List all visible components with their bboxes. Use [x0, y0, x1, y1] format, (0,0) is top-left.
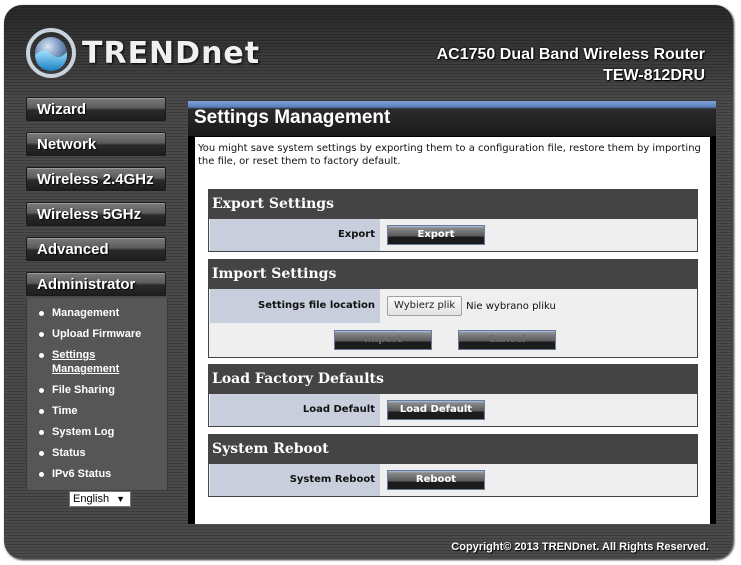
language-select[interactable]: English ▼ — [69, 491, 131, 507]
trendnet-globe-icon — [26, 28, 76, 78]
reboot-row: System Reboot Reboot — [209, 464, 697, 496]
title-bar: Settings Management — [188, 101, 716, 136]
submenu-label: Status — [52, 447, 86, 459]
copyright-text: Copyright© 2013 TRENDnet. All Rights Res… — [451, 541, 709, 553]
submenu-label: IPv6 Status — [52, 468, 112, 480]
submenu-label: Upload Firmware — [52, 328, 142, 340]
bullet-icon — [39, 353, 44, 358]
submenu-system-log[interactable]: System Log — [27, 421, 167, 442]
submenu-upload-firmware[interactable]: Upload Firmware — [27, 323, 167, 344]
nav-wizard[interactable]: Wizard — [26, 97, 166, 121]
page-description: You might save system settings by export… — [198, 143, 701, 167]
bullet-icon — [39, 430, 44, 435]
file-status: Nie wybrano pliku — [466, 300, 556, 312]
bullet-icon — [39, 311, 44, 316]
load-default-label: Load Default — [210, 394, 380, 426]
bullet-icon — [39, 451, 44, 456]
reboot-button[interactable]: Reboot — [387, 470, 485, 490]
brand-name: TRENDnet — [82, 35, 261, 71]
submenu-time[interactable]: Time — [27, 400, 167, 421]
main-panel: Settings Management You might save syste… — [188, 101, 716, 524]
factory-defaults-section: Load Factory Defaults Load Default Load … — [208, 364, 698, 427]
import-section: Import Settings Settings file location W… — [208, 259, 698, 358]
submenu-label: Management — [52, 307, 120, 319]
load-default-row: Load Default Load Default — [209, 394, 697, 426]
administrator-submenu: Management Upload Firmware Settings Mana… — [26, 298, 168, 490]
submenu-label: Time — [52, 405, 78, 417]
trendnet-logo: TRENDnet — [26, 25, 260, 81]
export-section: Export Settings Export Export — [208, 189, 698, 252]
reboot-label: System Reboot — [210, 464, 380, 496]
system-reboot-section: System Reboot System Reboot Reboot — [208, 434, 698, 497]
content-area: You might save system settings by export… — [195, 137, 710, 524]
page-title: Settings Management — [194, 107, 391, 128]
load-default-button[interactable]: Load Default — [387, 400, 485, 420]
bullet-icon — [39, 409, 44, 414]
section-heading: Export Settings — [209, 190, 697, 219]
nav-advanced[interactable]: Advanced — [26, 237, 166, 261]
triangle-down-icon: ▼ — [116, 494, 125, 504]
model-number: TEW-812DRU — [603, 67, 705, 84]
import-button[interactable]: Import — [334, 330, 432, 350]
section-heading: Load Factory Defaults — [209, 365, 697, 394]
submenu-label: File Sharing — [52, 384, 115, 396]
nav-network[interactable]: Network — [26, 132, 166, 156]
product-info: AC1750 Dual Band Wireless Router TEW-812… — [437, 44, 705, 86]
export-label: Export — [210, 219, 380, 251]
file-location-label: Settings file location — [210, 289, 380, 323]
submenu-settings-management[interactable]: Settings Management — [27, 344, 167, 379]
export-button[interactable]: Export — [387, 225, 485, 245]
submenu-file-sharing[interactable]: File Sharing — [27, 379, 167, 400]
import-actions: Import Cancel — [209, 323, 697, 357]
bullet-icon — [39, 332, 44, 337]
nav-administrator[interactable]: Administrator — [26, 272, 166, 296]
export-row: Export Export — [209, 219, 697, 251]
nav-wireless-5ghz[interactable]: Wireless 5GHz — [26, 202, 166, 226]
bullet-icon — [39, 472, 44, 477]
language-value: English — [73, 493, 110, 505]
section-heading: System Reboot — [209, 435, 697, 464]
submenu-ipv6-status[interactable]: IPv6 Status — [27, 463, 167, 484]
sidebar: Wizard Network Wireless 2.4GHz Wireless … — [26, 97, 168, 490]
router-frame: TRENDnet AC1750 Dual Band Wireless Route… — [4, 5, 733, 559]
submenu-label: Settings Management — [52, 349, 120, 375]
nav-wireless-2-4ghz[interactable]: Wireless 2.4GHz — [26, 167, 166, 191]
file-location-row: Settings file location Wybierz plik Nie … — [209, 289, 697, 323]
cancel-button[interactable]: Cancel — [458, 330, 556, 350]
bullet-icon — [39, 388, 44, 393]
submenu-label: System Log — [52, 426, 115, 438]
section-heading: Import Settings — [209, 260, 697, 289]
choose-file-button[interactable]: Wybierz plik — [387, 296, 463, 316]
submenu-management[interactable]: Management — [27, 302, 167, 323]
product-line: AC1750 Dual Band Wireless Router — [436, 46, 705, 63]
submenu-status[interactable]: Status — [27, 442, 167, 463]
